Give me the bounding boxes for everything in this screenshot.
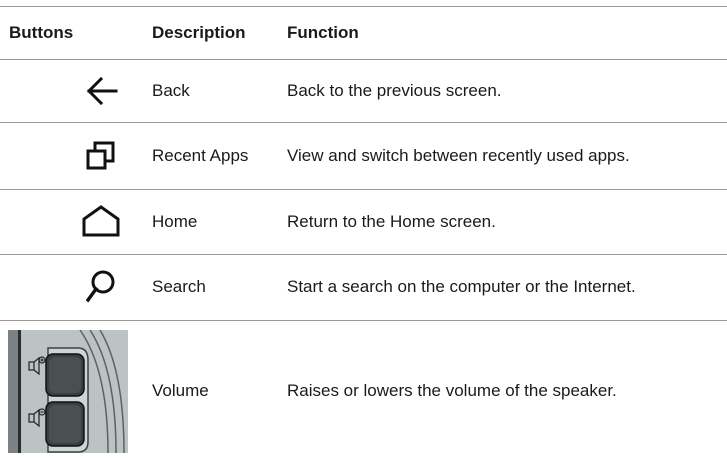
- table-row: Home Return to the Home screen.: [0, 189, 727, 254]
- function-cell: Back to the previous screen.: [287, 80, 502, 100]
- recent-apps-icon: [86, 141, 115, 170]
- description-cell: Recent Apps: [152, 145, 249, 165]
- table-row: Recent Apps View and switch between rece…: [0, 122, 727, 189]
- back-arrow-icon: [86, 76, 118, 106]
- function-cell: Return to the Home screen.: [287, 211, 496, 231]
- home-icon: [82, 205, 120, 237]
- buttons-table: Buttons Description Function Back Back t…: [0, 0, 727, 461]
- header-function: Function: [287, 22, 359, 42]
- table-header: Buttons Description Function: [0, 6, 727, 59]
- table-row: Back Back to the previous screen.: [0, 59, 727, 122]
- table-row: Search Start a search on the computer or…: [0, 254, 727, 320]
- volume-buttons-image: [8, 330, 128, 453]
- function-cell: View and switch between recently used ap…: [287, 145, 630, 165]
- function-cell: Start a search on the computer or the In…: [287, 277, 636, 296]
- function-cell: Raises or lowers the volume of the speak…: [287, 380, 617, 400]
- description-cell: Home: [152, 211, 198, 231]
- description-cell: Volume: [152, 380, 209, 400]
- search-icon: [86, 270, 115, 303]
- header-description: Description: [152, 22, 246, 42]
- description-cell: Search: [152, 277, 206, 296]
- description-cell: Back: [152, 80, 190, 100]
- header-buttons: Buttons: [9, 22, 74, 42]
- table-row: Volume Raises or lowers the volume of th…: [0, 320, 727, 461]
